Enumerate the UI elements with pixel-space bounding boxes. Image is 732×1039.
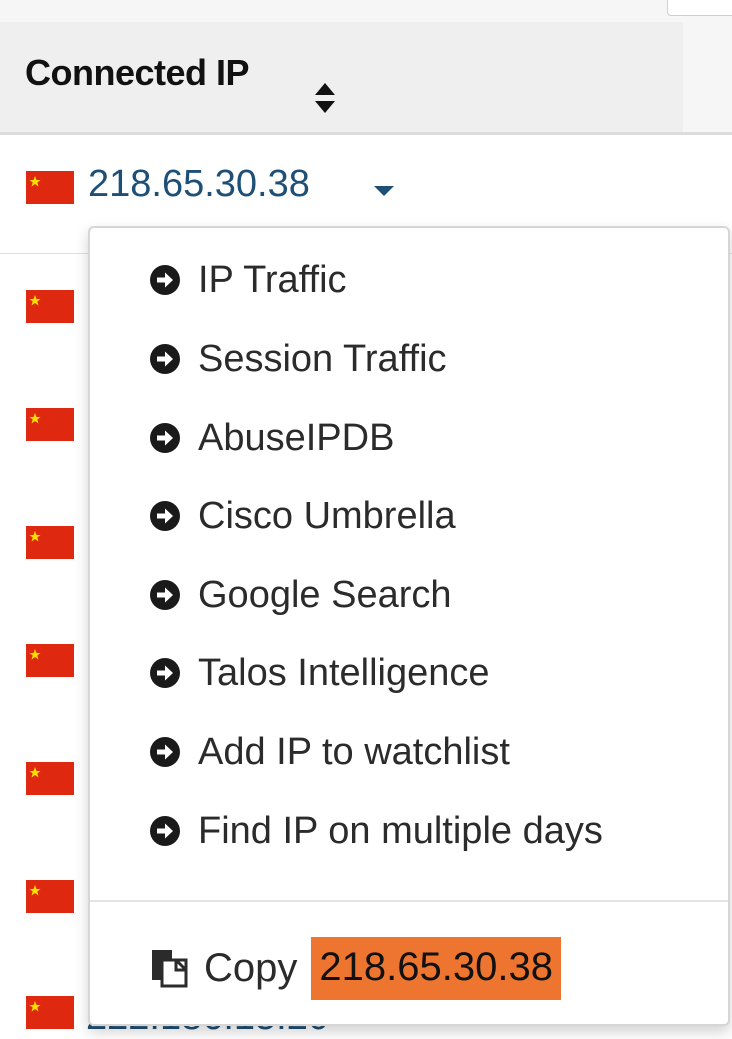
china-flag-icon <box>26 762 74 795</box>
china-flag-icon <box>26 408 74 441</box>
circle-arrow-right-icon <box>150 501 180 531</box>
menu-item-label: Google Search <box>198 573 452 616</box>
menu-item-label: Cisco Umbrella <box>198 494 456 537</box>
circle-arrow-right-icon <box>150 580 180 610</box>
ip-link[interactable]: 218.65.30.38 <box>88 163 310 206</box>
china-flag-icon <box>26 290 74 323</box>
china-flag-icon <box>26 171 74 204</box>
clipboard-icon <box>152 950 188 988</box>
menu-item-label: Add IP to watchlist <box>198 730 510 773</box>
menu-item-talos-intelligence[interactable]: Talos Intelligence <box>148 645 490 701</box>
menu-divider <box>90 900 728 902</box>
menu-item-label: IP Traffic <box>198 258 347 301</box>
menu-item-label: AbuseIPDB <box>198 416 395 459</box>
menu-item-label: Find IP on multiple days <box>198 809 603 852</box>
circle-arrow-right-icon <box>150 265 180 295</box>
menu-item-label: Talos Intelligence <box>198 651 490 694</box>
china-flag-icon <box>26 996 74 1029</box>
menu-item-abuseipdb[interactable]: AbuseIPDB <box>148 410 394 466</box>
ip-actions-dropdown: IP Traffic Session Traffic AbuseIPDB Cis… <box>88 226 730 1026</box>
menu-item-find-ip-multiple-days[interactable]: Find IP on multiple days <box>148 803 603 859</box>
top-strip <box>0 0 732 22</box>
circle-arrow-right-icon <box>150 423 180 453</box>
china-flag-icon <box>26 880 74 913</box>
china-flag-icon <box>26 526 74 559</box>
copy-label: Copy <box>204 945 298 990</box>
caret-down-icon[interactable] <box>372 185 396 197</box>
circle-arrow-right-icon <box>150 737 180 767</box>
sort-icon[interactable] <box>313 81 337 115</box>
header-next-column <box>683 22 732 132</box>
top-right-control[interactable] <box>667 0 732 16</box>
circle-arrow-right-icon <box>150 816 180 846</box>
menu-item-copy-ip[interactable]: Copy 218.65.30.38 <box>148 928 561 1008</box>
column-header-connected-ip[interactable]: Connected IP <box>25 52 250 94</box>
china-flag-icon <box>26 644 74 677</box>
menu-item-ip-traffic[interactable]: IP Traffic <box>148 252 347 308</box>
menu-item-cisco-umbrella[interactable]: Cisco Umbrella <box>148 488 456 544</box>
circle-arrow-right-icon <box>150 344 180 374</box>
menu-item-google-search[interactable]: Google Search <box>148 567 452 623</box>
circle-arrow-right-icon <box>150 658 180 688</box>
menu-item-add-to-watchlist[interactable]: Add IP to watchlist <box>148 724 510 780</box>
copy-ip-value-highlight: 218.65.30.38 <box>311 936 561 1000</box>
menu-item-session-traffic[interactable]: Session Traffic <box>148 331 447 387</box>
menu-item-label: Session Traffic <box>198 337 447 380</box>
table-header: Connected IP <box>0 22 732 135</box>
